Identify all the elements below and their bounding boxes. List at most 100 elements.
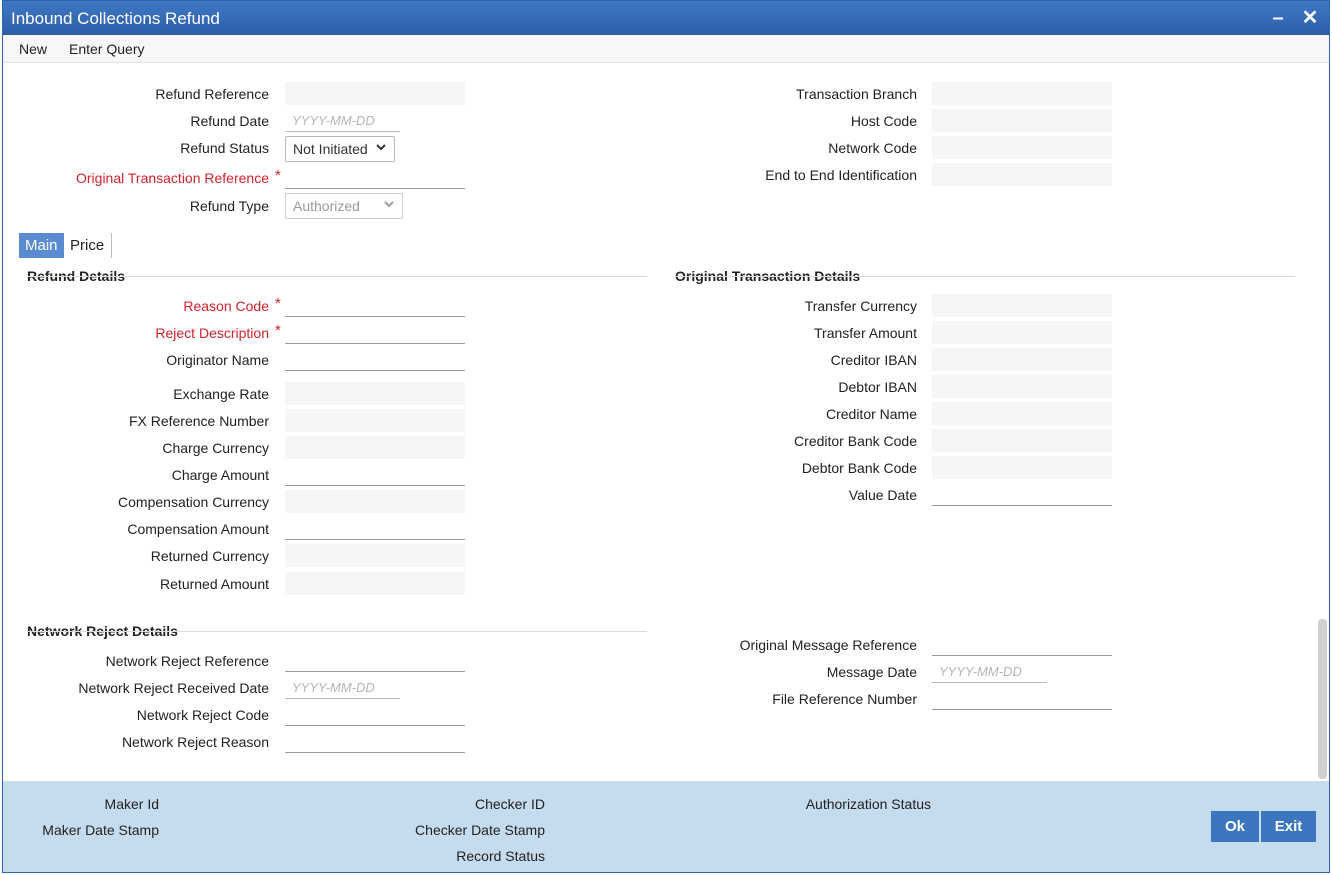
compensation-currency-field[interactable]	[285, 490, 465, 513]
message-date-label: Message Date	[826, 664, 917, 680]
host-code-label: Host Code	[850, 113, 917, 129]
exit-button[interactable]: Exit	[1261, 811, 1316, 842]
fx-reference-label: FX Reference Number	[128, 413, 269, 429]
required-icon: *	[275, 167, 281, 184]
debtor-iban-label: Debtor IBAN	[838, 379, 917, 395]
chevron-down-icon	[384, 201, 394, 208]
menu-new[interactable]: New	[19, 41, 47, 57]
network-reject-code-label: Network Reject Code	[136, 707, 269, 723]
ok-button[interactable]: Ok	[1211, 811, 1259, 842]
charge-amount-field[interactable]	[285, 463, 465, 486]
tab-price[interactable]: Price	[64, 233, 110, 258]
file-reference-number-label: File Reference Number	[772, 691, 917, 707]
close-icon[interactable]: ✕	[1299, 7, 1321, 29]
tab-separator	[111, 233, 112, 258]
value-date-field[interactable]	[932, 483, 1112, 506]
network-reject-reason-label: Network Reject Reason	[121, 734, 269, 750]
vertical-scrollbar[interactable]	[1318, 619, 1327, 779]
refund-type-select[interactable]: Authorized	[285, 193, 403, 219]
refund-status-select[interactable]: Not Initiated	[285, 136, 395, 162]
refund-date-label: Refund Date	[190, 113, 269, 129]
tab-main[interactable]: Main	[19, 233, 64, 258]
required-icon: *	[275, 322, 281, 339]
creditor-name-label: Creditor Name	[825, 406, 917, 422]
network-reject-code-field[interactable]	[285, 703, 465, 726]
message-date-field[interactable]: YYYY-MM-DD	[932, 660, 1047, 683]
menu-enter-query[interactable]: Enter Query	[69, 41, 144, 57]
debtor-iban-field[interactable]	[932, 375, 1112, 398]
compensation-amount-field[interactable]	[285, 517, 465, 540]
creditor-bank-code-field[interactable]	[932, 429, 1112, 452]
originator-name-label: Originator Name	[166, 352, 269, 368]
exchange-rate-field[interactable]	[285, 382, 465, 405]
checker-date-stamp-label: Checker Date Stamp	[415, 822, 545, 838]
network-reject-reason-field[interactable]	[285, 730, 465, 753]
record-status-label: Record Status	[456, 848, 545, 864]
compensation-currency-label: Compensation Currency	[118, 494, 269, 510]
fx-reference-field[interactable]	[285, 409, 465, 432]
refund-status-label: Refund Status	[180, 140, 269, 156]
window-title: Inbound Collections Refund	[11, 9, 220, 28]
charge-amount-label: Charge Amount	[171, 467, 269, 483]
refund-type-label: Refund Type	[189, 198, 269, 214]
refund-reference-field[interactable]	[285, 82, 465, 105]
network-code-label: Network Code	[828, 140, 917, 156]
transfer-currency-label: Transfer Currency	[804, 298, 917, 314]
maker-date-stamp-label: Maker Date Stamp	[42, 822, 159, 838]
audit-footer: Maker Id Maker Date Stamp Checker ID Che…	[3, 781, 1329, 872]
debtor-bank-code-label: Debtor Bank Code	[801, 460, 917, 476]
checker-id-label: Checker ID	[474, 796, 545, 812]
transfer-amount-label: Transfer Amount	[814, 325, 917, 341]
exchange-rate-label: Exchange Rate	[173, 386, 269, 402]
refund-reference-label: Refund Reference	[155, 86, 269, 102]
transaction-branch-field[interactable]	[932, 82, 1112, 105]
original-message-reference-label: Original Message Reference	[739, 637, 917, 653]
originator-name-field[interactable]	[285, 348, 465, 371]
host-code-field[interactable]	[932, 109, 1112, 132]
network-reject-reference-label: Network Reject Reference	[105, 653, 269, 669]
returned-currency-field[interactable]	[285, 544, 465, 567]
transfer-currency-field[interactable]	[932, 294, 1112, 317]
network-reject-reference-field[interactable]	[285, 649, 465, 672]
original-txn-reference-label: Original Transaction Reference	[76, 170, 269, 186]
compensation-amount-label: Compensation Amount	[127, 521, 269, 537]
creditor-name-field[interactable]	[932, 402, 1112, 425]
returned-amount-label: Returned Amount	[160, 576, 269, 592]
maker-id-label: Maker Id	[104, 796, 159, 812]
reason-code-label: Reason Code	[183, 298, 269, 314]
debtor-bank-code-field[interactable]	[932, 456, 1112, 479]
refund-status-value: Not Initiated	[293, 141, 368, 157]
returned-amount-field[interactable]	[285, 572, 465, 595]
creditor-bank-code-label: Creditor Bank Code	[794, 433, 917, 449]
charge-currency-label: Charge Currency	[162, 440, 269, 456]
transaction-branch-label: Transaction Branch	[796, 86, 917, 102]
end-to-end-field[interactable]	[932, 163, 1112, 186]
section-divider	[27, 631, 647, 632]
network-reject-received-date-field[interactable]: YYYY-MM-DD	[285, 676, 400, 699]
menu-bar: New Enter Query	[3, 35, 1329, 63]
original-message-reference-field[interactable]	[932, 633, 1112, 656]
transfer-amount-field[interactable]	[932, 321, 1112, 344]
reject-description-label: Reject Description	[155, 325, 269, 341]
refund-date-field[interactable]: YYYY-MM-DD	[285, 109, 400, 132]
refund-type-value: Authorized	[293, 198, 360, 214]
end-to-end-label: End to End Identification	[765, 167, 917, 183]
reject-description-field[interactable]	[285, 321, 465, 344]
section-divider	[27, 276, 647, 277]
minimize-icon[interactable]: –	[1267, 7, 1289, 29]
creditor-iban-label: Creditor IBAN	[830, 352, 917, 368]
returned-currency-label: Returned Currency	[150, 548, 269, 564]
value-date-label: Value Date	[848, 487, 917, 503]
chevron-down-icon	[376, 144, 386, 151]
authorization-status-label: Authorization Status	[805, 796, 931, 812]
creditor-iban-field[interactable]	[932, 348, 1112, 371]
file-reference-number-field[interactable]	[932, 687, 1112, 710]
reason-code-field[interactable]	[285, 294, 465, 317]
inbound-collections-refund-window: Inbound Collections Refund – ✕ New Enter…	[2, 0, 1330, 873]
original-txn-reference-field[interactable]	[285, 166, 465, 189]
network-reject-received-date-label: Network Reject Received Date	[78, 680, 269, 696]
charge-currency-field[interactable]	[285, 436, 465, 459]
network-code-field[interactable]	[932, 136, 1112, 159]
title-bar: Inbound Collections Refund – ✕	[3, 1, 1329, 35]
section-divider	[675, 276, 1295, 277]
